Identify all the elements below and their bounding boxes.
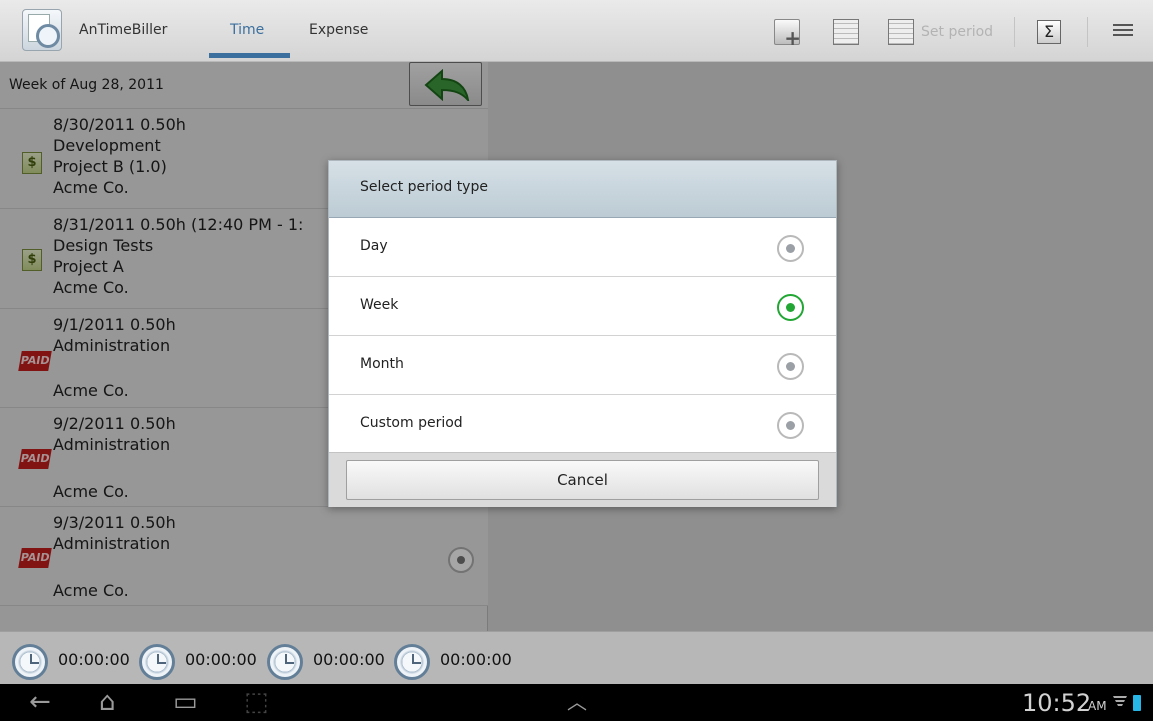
- active-tab-indicator: [209, 53, 290, 58]
- timer-bar: [0, 631, 1153, 684]
- tab-expense[interactable]: Expense: [309, 22, 368, 38]
- set-period-button: Set period: [921, 24, 994, 40]
- back-icon[interactable]: ←: [29, 684, 51, 721]
- period-option-week[interactable]: Week: [329, 277, 836, 336]
- timer-value: 00:00:00: [440, 650, 512, 669]
- radio-button-selected[interactable]: [777, 294, 804, 321]
- radio-button[interactable]: [777, 353, 804, 380]
- period-option-month[interactable]: Month: [329, 336, 836, 395]
- calendar-icon[interactable]: [833, 19, 859, 45]
- dialog-title: Select period type: [360, 179, 488, 195]
- recent-apps-icon[interactable]: ▭: [173, 684, 198, 721]
- timer-value: 00:00:00: [313, 650, 385, 669]
- add-entry-icon[interactable]: [774, 19, 801, 50]
- wifi-icon: [1113, 696, 1127, 710]
- clock-time: 10:52: [1022, 689, 1092, 717]
- tab-time[interactable]: Time: [230, 22, 264, 38]
- dialog-footer: Cancel: [329, 452, 836, 507]
- battery-icon: [1133, 695, 1141, 711]
- app-title: AnTimeBiller: [79, 22, 168, 38]
- radio-button[interactable]: [777, 235, 804, 262]
- actionbar-divider: [1087, 17, 1088, 47]
- cancel-button[interactable]: Cancel: [346, 460, 819, 500]
- option-label: Day: [360, 238, 388, 254]
- select-period-dialog: Select period type Day Week Month Custom…: [328, 160, 837, 507]
- period-option-custom[interactable]: Custom period: [329, 395, 836, 452]
- overflow-menu-icon[interactable]: [1113, 24, 1133, 40]
- timer-clock-icon[interactable]: [139, 644, 175, 680]
- period-option-day[interactable]: Day: [329, 218, 836, 277]
- option-label: Custom period: [360, 415, 463, 431]
- calendar-set-icon: [888, 19, 914, 45]
- menu-up-icon[interactable]: ︿: [567, 684, 587, 721]
- timer-clock-icon[interactable]: [267, 644, 303, 680]
- system-navigation-bar: ← ⌂ ▭ ⬚ ︿ 10:52 AM: [0, 684, 1153, 721]
- option-label: Month: [360, 356, 404, 372]
- timer-clock-icon[interactable]: [394, 644, 430, 680]
- option-label: Week: [360, 297, 399, 313]
- timer-value: 00:00:00: [58, 650, 130, 669]
- home-icon[interactable]: ⌂: [99, 684, 116, 721]
- sigma-icon[interactable]: Σ: [1037, 20, 1061, 44]
- dialog-header: Select period type: [329, 161, 836, 218]
- timer-clock-icon[interactable]: [12, 644, 48, 680]
- timer-value: 00:00:00: [185, 650, 257, 669]
- action-bar: AnTimeBiller Time Expense Set period Σ: [0, 0, 1153, 62]
- app-clock-icon[interactable]: [22, 9, 62, 51]
- radio-button[interactable]: [777, 412, 804, 439]
- screenshot-icon[interactable]: ⬚: [244, 684, 269, 721]
- clock-ampm: AM: [1088, 699, 1107, 713]
- actionbar-divider: [1014, 17, 1015, 47]
